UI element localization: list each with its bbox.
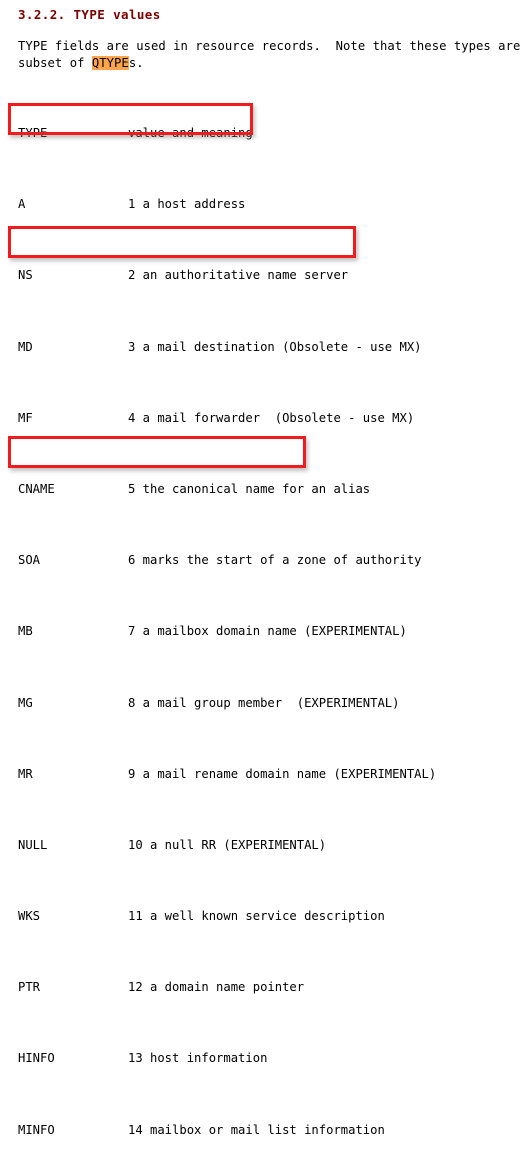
cell-meaning: 6 marks the start of a zone of authority: [128, 553, 422, 568]
paragraph-line-1: TYPE fields are used in resource records…: [18, 39, 527, 53]
cell-meaning: 7 a mailbox domain name (EXPERIMENTAL): [128, 624, 407, 639]
header-col-meaning: value and meaning: [128, 126, 253, 140]
cell-type: MF: [18, 410, 33, 425]
cell-type: WKS: [18, 909, 41, 924]
table-row: MB 7 a mailbox domain name (EXPERIMENTAL): [18, 624, 436, 653]
table-row: HINFO 13 host information: [18, 1051, 436, 1080]
cell-meaning: 4 a mail forwarder (Obsolete - use MX): [128, 410, 415, 425]
cell-type: NS: [18, 268, 33, 283]
table-header-row: TYPE value and meaning: [18, 126, 436, 155]
table-row: MD 3 a mail destination (Obsolete - use M…: [18, 340, 436, 369]
paragraph-line-2-post: s.: [128, 56, 144, 70]
cell-meaning: 3 a mail destination (Obsolete - use MX): [128, 339, 422, 354]
cell-meaning: 11 a well known service description: [128, 909, 385, 924]
table-row: NS 2 an authoritative name server: [18, 268, 436, 297]
cell-type: A: [18, 197, 26, 212]
table-row: MR 9 a mail rename domain name (EXPERIMEN…: [18, 767, 436, 796]
cell-type: CNAME: [18, 481, 55, 496]
table-row: MF 4 a mail forwarder (Obsolete - use MX): [18, 411, 436, 440]
highlighted-term-qtype: QTYPE: [91, 56, 129, 70]
cell-meaning: 8 a mail group member (EXPERIMENTAL): [128, 695, 400, 710]
table-row: PTR 12 a domain name pointer: [18, 980, 436, 1009]
cell-meaning: 9 a mail rename domain name (EXPERIMENTA…: [128, 766, 437, 781]
paragraph-line-2-pre: subset of: [18, 56, 92, 70]
cell-meaning: 2 an authoritative name server: [128, 268, 349, 283]
table-row: MG 8 a mail group member (EXPERIMENTAL): [18, 696, 436, 725]
intro-paragraph: TYPE fields are used in resource records…: [18, 38, 527, 72]
cell-meaning: 1 a host address: [128, 197, 246, 212]
cell-type: PTR: [18, 980, 41, 995]
cell-type: SOA: [18, 553, 41, 568]
cell-type: NULL: [18, 837, 48, 852]
type-values-table: TYPE value and meaning A1 a host address …: [18, 84, 436, 1174]
cell-type: MR: [18, 766, 33, 781]
cell-meaning: 14 mailbox or mail list information: [128, 1122, 385, 1137]
cell-type: MG: [18, 695, 33, 710]
table-row: NULL 10 a null RR (EXPERIMENTAL): [18, 838, 436, 867]
section-heading: 3.2.2. TYPE values: [18, 7, 161, 22]
cell-type: MB: [18, 624, 33, 639]
table-row: WKS 11 a well known service description: [18, 909, 436, 938]
cell-meaning: 10 a null RR (EXPERIMENTAL): [128, 837, 327, 852]
cell-meaning: 13 host information: [128, 1051, 268, 1066]
cell-type: MD: [18, 339, 33, 354]
cell-type: HINFO: [18, 1051, 55, 1066]
header-col-type: TYPE: [18, 126, 48, 140]
table-row: MINFO 14 mailbox or mail list information: [18, 1123, 436, 1152]
cell-meaning: 12 a domain name pointer: [128, 980, 305, 995]
document-page: 3.2.2. TYPE values TYPE fields are used …: [0, 0, 527, 1137]
table-row: CNAME 5 the canonical name for an alias: [18, 482, 436, 511]
cell-type: MINFO: [18, 1122, 55, 1137]
table-row: A 1 a host address: [18, 197, 436, 226]
cell-meaning: 5 the canonical name for an alias: [128, 481, 371, 496]
table-row: SOA 6 marks the start of a zone of author…: [18, 553, 436, 582]
